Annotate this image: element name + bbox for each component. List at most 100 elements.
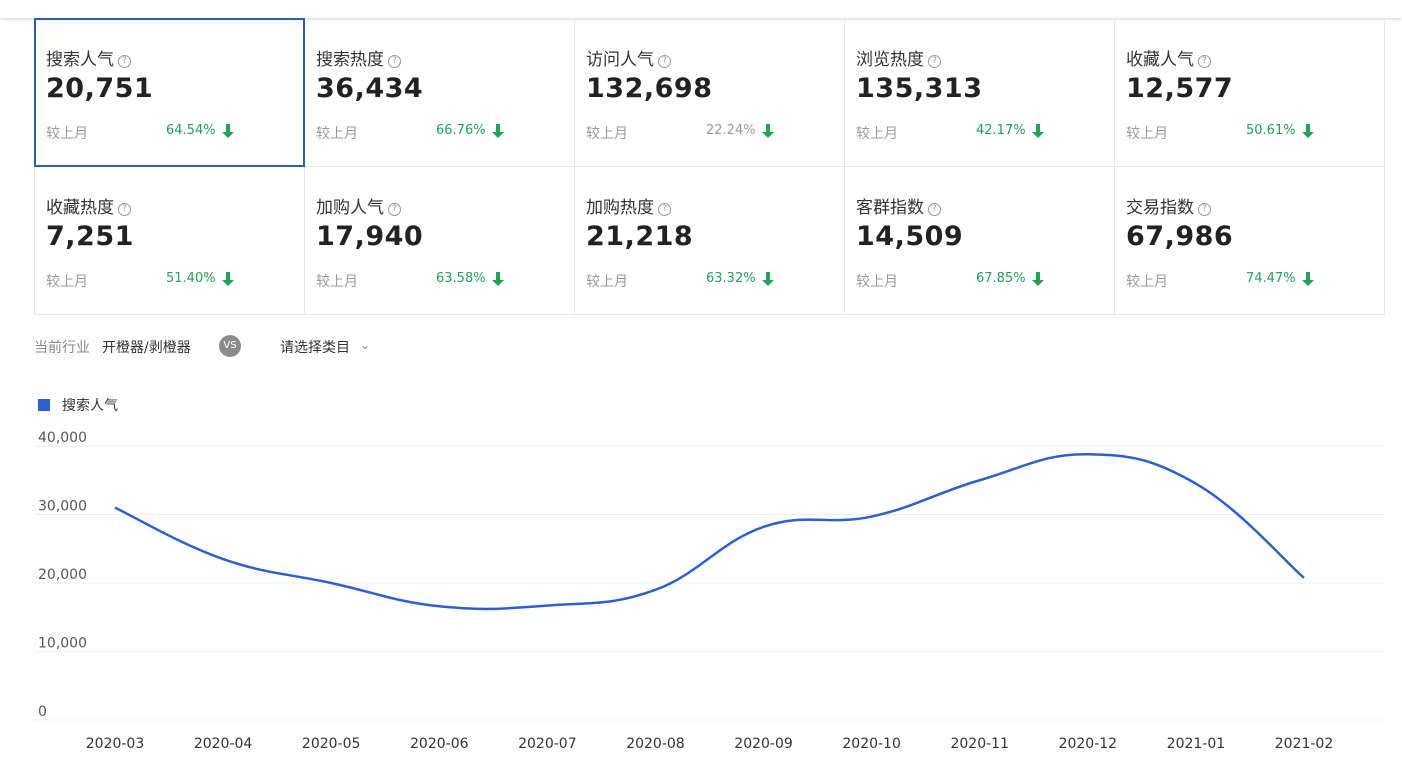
industry-label: 当前行业 [34, 340, 90, 356]
top-bar-shadow [0, 0, 1402, 18]
metric-card[interactable]: 搜索热度? 36,434 较上月 66.76% [305, 19, 575, 167]
metric-label: 搜索人气? [46, 45, 131, 70]
help-icon[interactable]: ? [118, 55, 131, 68]
metric-label: 搜索热度? [316, 45, 401, 70]
y-tick-label: 10,000 [38, 636, 87, 652]
arrow-down-icon [222, 272, 234, 286]
metric-label: 交易指数? [1126, 193, 1211, 218]
compare-label: 较上月 [316, 274, 358, 290]
help-icon[interactable]: ? [928, 203, 941, 216]
x-tick-label: 2020-05 [302, 736, 361, 752]
help-icon[interactable]: ? [1198, 55, 1211, 68]
data-point[interactable] [541, 600, 553, 612]
y-tick-label: 30,000 [38, 499, 87, 515]
category-select[interactable]: 请选择类目 [280, 337, 350, 357]
metric-value: 12,577 [1126, 73, 1234, 104]
metric-label: 加购热度? [586, 193, 671, 218]
data-point[interactable] [866, 511, 878, 523]
series-line[interactable] [114, 452, 1305, 611]
metric-label: 客群指数? [856, 193, 941, 218]
y-tick-label: 20,000 [38, 567, 87, 583]
data-point[interactable] [1190, 478, 1202, 490]
metric-card[interactable]: 交易指数? 67,986 较上月 74.47% [1115, 167, 1385, 315]
metric-card[interactable]: 加购人气? 17,940 较上月 63.58% [305, 167, 575, 315]
line-chart: 0 10,000 20,000 30,000 40,000 2020-03 2020-04 2… [34, 430, 1384, 752]
metric-value: 21,218 [586, 221, 694, 252]
compare-label: 较上月 [46, 126, 88, 142]
metric-card[interactable]: 收藏人气? 12,577 较上月 50.61% [1115, 19, 1385, 167]
arrow-down-icon [1032, 124, 1044, 138]
compare-label: 较上月 [316, 126, 358, 142]
metric-value: 17,940 [316, 221, 424, 252]
legend-label: 搜索人气 [62, 398, 118, 414]
compare-label: 较上月 [586, 274, 628, 290]
x-tick-label: 2020-08 [626, 736, 685, 752]
help-icon[interactable]: ? [658, 203, 671, 216]
metric-card[interactable]: 访问人气? 132,698 较上月 22.24% [575, 19, 845, 167]
x-tick-label: 2020-07 [518, 736, 577, 752]
compare-label: 较上月 [856, 126, 898, 142]
metric-label-text: 收藏人气 [1126, 50, 1194, 70]
arrow-down-icon [762, 124, 774, 138]
arrow-down-icon [1032, 272, 1044, 286]
metric-card[interactable]: 客群指数? 14,509 较上月 67.85% [845, 167, 1115, 315]
metric-label: 收藏人气? [1126, 45, 1211, 70]
compare-label: 较上月 [1126, 126, 1168, 142]
help-icon[interactable]: ? [1198, 203, 1211, 216]
x-tick-label: 2020-04 [194, 736, 253, 752]
data-point[interactable] [433, 600, 445, 612]
help-icon[interactable]: ? [658, 55, 671, 68]
metric-label: 访问人气? [586, 45, 671, 70]
metric-card[interactable]: 搜索人气? 20,751 较上月 64.54% [34, 18, 305, 167]
x-tick-label: 2021-01 [1167, 736, 1226, 752]
arrow-down-icon [1302, 124, 1314, 138]
metric-label: 加购人气? [316, 193, 401, 218]
data-point[interactable] [325, 577, 337, 589]
x-tick-label: 2020-12 [1059, 736, 1118, 752]
help-icon[interactable]: ? [388, 55, 401, 68]
data-point[interactable] [109, 502, 121, 514]
chevron-down-icon[interactable]: ⌄ [360, 338, 370, 352]
metric-card[interactable]: 加购热度? 21,218 较上月 63.32% [575, 167, 845, 315]
compare-label: 较上月 [46, 274, 88, 290]
metric-value: 36,434 [316, 73, 424, 104]
data-point[interactable] [1082, 448, 1094, 460]
metric-label-text: 加购人气 [316, 198, 384, 218]
x-tick-label: 2020-06 [410, 736, 469, 752]
help-icon[interactable]: ? [388, 203, 401, 216]
data-point[interactable] [1298, 572, 1310, 584]
x-tick-label: 2020-03 [86, 736, 145, 752]
metric-label: 收藏热度? [46, 193, 131, 218]
data-point[interactable] [217, 553, 229, 565]
metric-label-text: 客群指数 [856, 198, 924, 218]
compare-label: 较上月 [856, 274, 898, 290]
industry-value[interactable]: 开橙器/剥橙器 [102, 337, 191, 357]
data-point[interactable] [758, 521, 770, 533]
help-icon[interactable]: ? [118, 203, 131, 216]
compare-label: 较上月 [1126, 274, 1168, 290]
y-tick-label: 40,000 [38, 430, 87, 446]
arrow-down-icon [1302, 272, 1314, 286]
legend-swatch [38, 399, 50, 411]
metric-card-grid: 搜索人气? 20,751 较上月 64.54% 搜索热度? 36,434 较上月 66.76%… [34, 18, 1385, 315]
compare-label: 较上月 [586, 126, 628, 142]
metric-label-text: 访问人气 [586, 50, 654, 70]
metric-card[interactable]: 收藏热度? 7,251 较上月 51.40% [35, 167, 305, 315]
x-tick-label: 2020-09 [734, 736, 793, 752]
metric-label-text: 搜索人气 [46, 50, 114, 70]
data-point[interactable] [649, 584, 661, 596]
metric-card[interactable]: 浏览热度? 135,313 较上月 42.17% [845, 19, 1115, 167]
metric-label-text: 收藏热度 [46, 198, 114, 218]
metric-value: 7,251 [46, 221, 134, 252]
arrow-down-icon [492, 124, 504, 138]
vs-badge: VS [219, 335, 241, 357]
metric-value: 67,986 [1126, 221, 1234, 252]
metric-value: 14,509 [856, 221, 964, 252]
metric-value: 135,313 [856, 73, 983, 104]
help-icon[interactable]: ? [928, 55, 941, 68]
arrow-down-icon [762, 272, 774, 286]
x-tick-label: 2021-02 [1275, 736, 1334, 752]
arrow-down-icon [492, 272, 504, 286]
y-tick-label: 0 [38, 704, 47, 720]
data-point[interactable] [974, 474, 986, 486]
